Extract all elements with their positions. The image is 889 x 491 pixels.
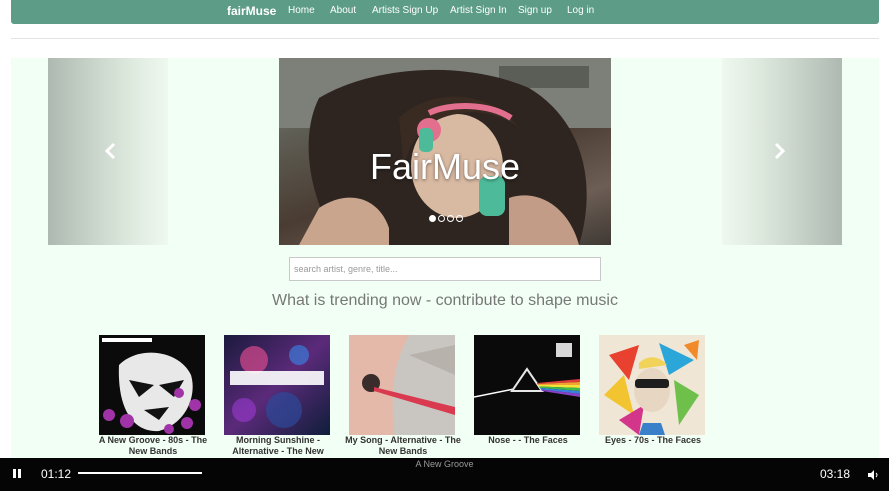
track-name: A New Groove (415, 459, 474, 469)
album-card[interactable]: Eyes - 70s - The Faces (599, 335, 707, 446)
page: fairMuse Home About Artists Sign Up Arti… (0, 0, 889, 491)
indicator-dot-active[interactable] (429, 215, 436, 222)
album-cover[interactable] (224, 335, 330, 435)
album-cover[interactable] (349, 335, 455, 435)
album-card[interactable]: A New Groove - 80s - The New Bands (99, 335, 207, 457)
nav-artist-sign-in[interactable]: Artist Sign In (450, 5, 507, 16)
trending-heading: What is trending now - contribute to sha… (272, 292, 618, 309)
album-card[interactable]: Nose - - The Faces (474, 335, 582, 446)
carousel-prev-control[interactable] (48, 58, 168, 245)
album-title[interactable]: Eyes - 70s - The Faces (593, 435, 713, 446)
nav-home[interactable]: Home (288, 5, 315, 16)
navbar: fairMuse Home About Artists Sign Up Arti… (11, 0, 879, 24)
carousel-indicators (429, 215, 469, 223)
nav-sign-up[interactable]: Sign up (518, 5, 552, 16)
pause-icon[interactable] (12, 469, 22, 479)
album-card[interactable]: My Song - Alternative - The New Bands (345, 335, 461, 457)
album-title[interactable]: A New Groove - 80s - The New Bands (93, 435, 213, 457)
album-card[interactable]: Morning Sunshine - Alternative - The New… (224, 335, 332, 468)
nav-log-in[interactable]: Log in (567, 5, 594, 16)
indicator-dot[interactable] (447, 215, 454, 222)
main-section: FairMuse What is trending now - contribu… (11, 58, 879, 467)
nav-about[interactable]: About (330, 5, 356, 16)
album-title[interactable]: My Song - Alternative - The New Bands (343, 435, 463, 457)
album-cover[interactable] (99, 335, 205, 435)
carousel-slide: FairMuse (279, 58, 611, 245)
carousel-caption: FairMuse (369, 146, 521, 187)
audio-player: 01:12 A New Groove 03:18 (0, 458, 889, 491)
album-cover[interactable] (474, 335, 580, 435)
nav-artists-sign-up[interactable]: Artists Sign Up (372, 5, 438, 16)
progress-bar[interactable] (78, 472, 202, 474)
total-time: 03:18 (820, 467, 851, 481)
album-title[interactable]: Nose - - The Faces (468, 435, 588, 446)
indicator-dot[interactable] (456, 215, 463, 222)
album-cover[interactable] (599, 335, 705, 435)
carousel-next-control[interactable] (722, 58, 842, 245)
current-time: 01:12 (41, 467, 72, 481)
chevron-right-icon (774, 142, 786, 164)
volume-icon[interactable] (867, 468, 879, 480)
chevron-left-icon (104, 142, 116, 164)
indicator-dot[interactable] (438, 215, 445, 222)
search-input[interactable] (289, 257, 601, 281)
divider (11, 38, 879, 39)
brand-link[interactable]: fairMuse (227, 4, 276, 18)
